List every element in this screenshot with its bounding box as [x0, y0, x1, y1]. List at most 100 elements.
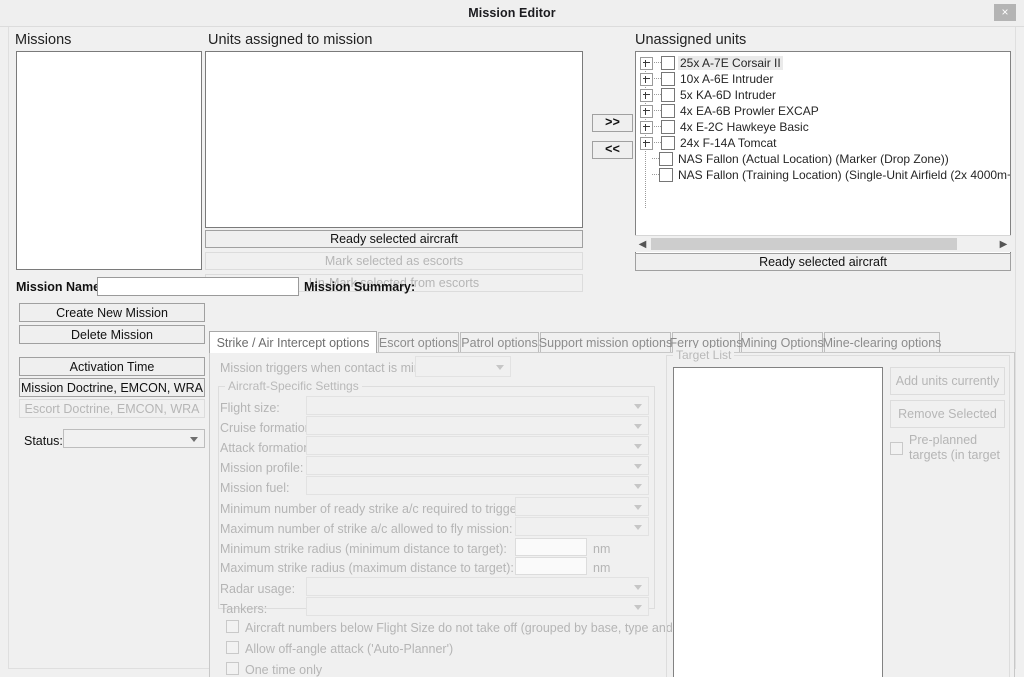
unassigned-units-header: Unassigned units [635, 32, 747, 48]
checkbox-below-flight-size-label: Aircraft numbers below Flight Size do no… [245, 621, 693, 635]
tree-item[interactable]: 4x EA-6B Prowler EXCAP [640, 103, 1010, 119]
min-ready-dropdown [515, 497, 649, 516]
min-ready-label: Minimum number of ready strike a/c requi… [220, 502, 535, 516]
delete-mission-button[interactable]: Delete Mission [19, 325, 205, 344]
max-allowed-label: Maximum number of strike a/c allowed to … [220, 522, 513, 536]
chevron-down-icon [634, 524, 642, 530]
max-radius-label: Maximum strike radius (maximum distance … [220, 561, 514, 575]
chevron-down-icon [634, 463, 642, 469]
attack-formation-dropdown [306, 436, 649, 455]
ready-selected-aircraft-assigned-button[interactable]: Ready selected aircraft [205, 230, 583, 248]
mission-editor-window: Mission Editor × Missions Units assigned… [0, 0, 1024, 677]
tab-6[interactable]: Mine-clearing options [823, 332, 941, 353]
tankers-label: Tankers: [220, 602, 268, 616]
tree-item-checkbox[interactable] [661, 88, 675, 102]
mark-selected-escorts-button: Mark selected as escorts [205, 252, 583, 270]
checkbox-off-angle-attack-label: Allow off-angle attack ('Auto-Planner') [245, 642, 454, 656]
mission-name-input[interactable] [97, 277, 299, 296]
mission-fuel-label: Mission fuel: [220, 481, 290, 495]
expand-icon[interactable] [640, 72, 653, 86]
chevron-down-icon [634, 423, 642, 429]
tab-5[interactable]: Mining Options [740, 332, 824, 353]
tree-item-checkbox[interactable] [661, 120, 675, 134]
mission-profile-dropdown [306, 456, 649, 475]
preplanned-targets-label-line1: Pre-planned [909, 433, 978, 447]
flight-size-dropdown [306, 396, 649, 415]
mission-profile-label: Mission profile: [220, 461, 304, 475]
tab-0[interactable]: Strike / Air Intercept options [209, 331, 377, 353]
tree-connector [654, 62, 661, 64]
radar-usage-label: Radar usage: [220, 582, 296, 596]
assign-units-button[interactable]: >> [592, 114, 633, 132]
remove-selected-button: Remove Selected [890, 400, 1005, 428]
tree-item[interactable]: NAS Fallon (Training Location) (Single-U… [640, 167, 1010, 183]
checkbox-one-time-only [226, 662, 239, 675]
preplanned-targets-label-line2: targets (in target [909, 448, 1001, 462]
tree-item[interactable]: 24x F-14A Tomcat [640, 135, 1010, 151]
aircraft-group-label: Aircraft-Specific Settings [225, 379, 362, 393]
tree-item-checkbox[interactable] [661, 56, 675, 70]
tree-item-checkbox[interactable] [659, 168, 673, 182]
escort-doctrine-button: Escort Doctrine, EMCON, WRA [19, 399, 205, 418]
scroll-right-icon[interactable]: ▶ [996, 236, 1011, 252]
expand-icon[interactable] [640, 120, 653, 134]
tab-2[interactable]: Patrol options [460, 332, 539, 353]
title-bar: Mission Editor × [0, 0, 1024, 27]
ready-selected-aircraft-unassigned-button[interactable]: Ready selected aircraft [635, 253, 1011, 271]
checkbox-below-flight-size [226, 620, 239, 633]
expand-icon[interactable] [640, 56, 653, 70]
chevron-down-icon [634, 403, 642, 409]
tree-connector [654, 110, 661, 112]
activation-time-button[interactable]: Activation Time [19, 357, 205, 376]
unassigned-units-tree[interactable]: 25x A-7E Corsair II 10x A-6E Intruder 5x K… [635, 51, 1011, 260]
min-radius-label: Minimum strike radius (minimum distance … [220, 542, 507, 556]
expand-icon[interactable] [640, 88, 653, 102]
mission-doctrine-button[interactable]: Mission Doctrine, EMCON, WRA [19, 378, 205, 397]
tree-item-checkbox[interactable] [661, 72, 675, 86]
close-icon[interactable]: × [994, 4, 1016, 21]
unassign-units-button[interactable]: << [592, 141, 633, 159]
tree-item-label: NAS Fallon (Training Location) (Single-U… [678, 168, 1011, 182]
tree-item[interactable]: 5x KA-6D Intruder [640, 87, 1010, 103]
checkbox-preplanned-targets [890, 442, 903, 455]
status-dropdown[interactable] [63, 429, 205, 448]
unassigned-units-hscrollbar[interactable]: ◀ ▶ [635, 235, 1011, 252]
min-radius-unit: nm [593, 542, 611, 556]
scroll-left-icon[interactable]: ◀ [635, 236, 650, 252]
checkbox-off-angle-attack [226, 641, 239, 654]
tree-connector [654, 142, 661, 144]
radar-usage-dropdown [306, 577, 649, 596]
create-new-mission-button[interactable]: Create New Mission [19, 303, 205, 322]
trigger-dropdown [415, 356, 511, 377]
tree-connector [654, 94, 661, 96]
expand-icon[interactable] [640, 104, 653, 118]
tree-item-checkbox[interactable] [661, 104, 675, 118]
units-assigned-header: Units assigned to mission [208, 32, 373, 48]
tree-leaf-icon [640, 154, 651, 165]
missions-listbox[interactable] [16, 51, 202, 270]
tree-item-label: 4x E-2C Hawkeye Basic [680, 120, 809, 134]
scroll-thumb[interactable] [651, 238, 957, 250]
max-radius-unit: nm [593, 561, 611, 575]
cruise-formation-dropdown [306, 416, 649, 435]
assigned-units-listbox[interactable] [205, 51, 583, 228]
tree-item-label: 5x KA-6D Intruder [680, 88, 777, 102]
max-allowed-dropdown [515, 517, 649, 536]
cruise-formation-label: Cruise formation [220, 421, 312, 435]
options-tabstrip[interactable]: Strike / Air Intercept options Escort opt… [209, 331, 1015, 353]
target-list-box[interactable] [673, 367, 883, 677]
window-title: Mission Editor [468, 6, 556, 20]
tree-item-label: 25x A-7E Corsair II [678, 56, 783, 70]
chevron-down-icon [634, 604, 642, 610]
tab-3[interactable]: Support mission options [539, 332, 672, 353]
tree-item-checkbox[interactable] [659, 152, 673, 166]
add-units-currently-button: Add units currently [890, 367, 1005, 395]
tree-item[interactable]: NAS Fallon (Actual Location) (Marker (Dr… [640, 151, 1010, 167]
tree-item[interactable]: 4x E-2C Hawkeye Basic [640, 119, 1010, 135]
tab-1[interactable]: Escort options [378, 332, 459, 353]
tree-item-checkbox[interactable] [661, 136, 675, 150]
flight-size-label: Flight size: [220, 401, 280, 415]
tree-item[interactable]: 25x A-7E Corsair II [640, 55, 1010, 71]
expand-icon[interactable] [640, 136, 653, 150]
tree-item[interactable]: 10x A-6E Intruder [640, 71, 1010, 87]
